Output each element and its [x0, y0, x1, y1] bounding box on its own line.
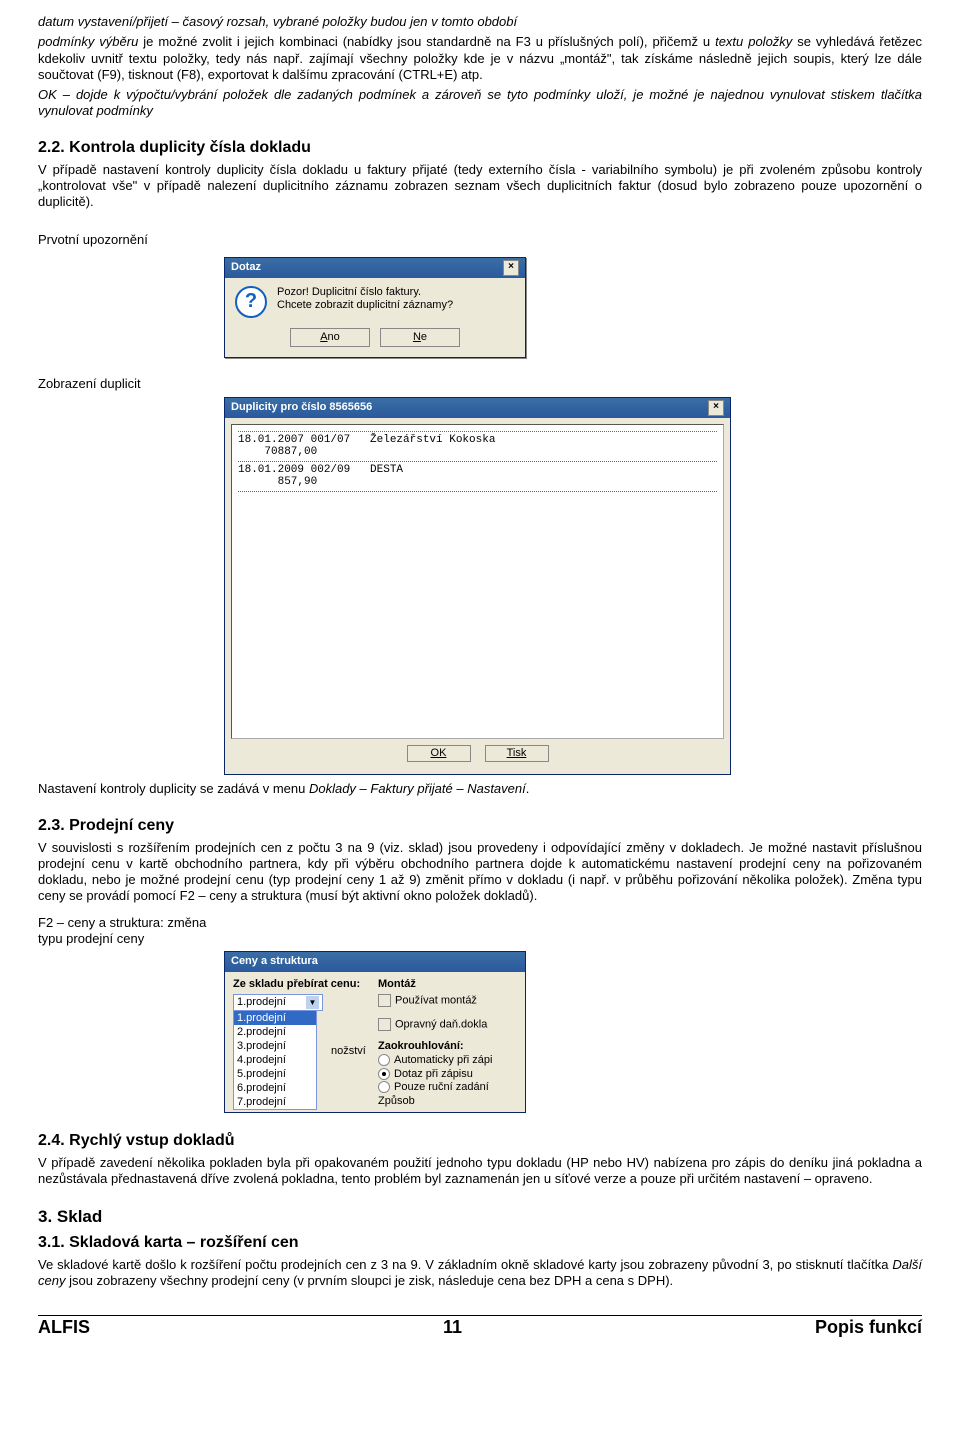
para-top-1: datum vystavení/přijetí – časový rozsah,…: [38, 14, 922, 30]
combo-value: 1.prodejní: [237, 995, 286, 1010]
label-sklad: Ze skladu přebírat cenu:: [233, 978, 368, 992]
checkbox-icon: [378, 994, 391, 1007]
para-top-3: OK – dojde k výpočtu/vybrání položek dle…: [38, 87, 922, 120]
txt: vynulovat podmínky: [38, 103, 153, 118]
combo-option[interactable]: 6.prodejní: [234, 1081, 316, 1095]
combo-option[interactable]: 4.prodejní: [234, 1053, 316, 1067]
list-item: 857,90: [238, 476, 717, 489]
para-3-1: Ve skladové kartě došlo k rozšíření počt…: [38, 1257, 922, 1290]
footer-center: 11: [443, 1316, 462, 1339]
txt: Doklady – Faktury přijaté – Nastavení: [309, 781, 526, 796]
radio-auto[interactable]: Automaticky při zápi: [378, 1054, 492, 1068]
radio-icon: [378, 1068, 390, 1080]
para-top-2: podmínky výběru je možné zvolit i jejich…: [38, 34, 922, 83]
label-zobrazeni: Zobrazení duplicit: [38, 376, 922, 392]
list-item: 18.01.2007 001/07 Železářství Kokoska: [238, 434, 717, 447]
dialog-titlebar: Ceny a struktura: [225, 952, 525, 972]
dialog-title: Dotaz: [231, 261, 261, 275]
footer-left: ALFIS: [38, 1316, 90, 1339]
label-mnozstvi: nožství: [331, 1045, 366, 1059]
txt: Chcete zobrazit duplicitní záznamy?: [277, 299, 453, 313]
dialog-duplicity: Duplicity pro číslo 8565656 × 18.01.2007…: [224, 397, 731, 776]
txt: textu položky: [715, 34, 792, 49]
radio-dotaz[interactable]: Dotaz při zápisu: [378, 1068, 492, 1082]
checkbox-montaz[interactable]: Používat montáž: [378, 994, 492, 1008]
separator: [238, 491, 717, 492]
col-right: Montáž Používat montáž Opravný daň.dokla…: [378, 978, 492, 1112]
heading-3-1: 3.1. Skladová karta – rozšíření cen: [38, 1233, 922, 1253]
close-icon[interactable]: ×: [503, 260, 519, 276]
dialog-ceny: Ceny a struktura Ze skladu přebírat cenu…: [224, 951, 526, 1113]
button-ok[interactable]: OK: [407, 745, 471, 763]
combo-list[interactable]: 1.prodejní 2.prodejní 3.prodejní 4.prode…: [233, 1010, 317, 1110]
label-prvotni: Prvotní upozornění: [38, 232, 224, 248]
heading-3: 3. Sklad: [38, 1206, 922, 1227]
button-ano[interactable]: Ano: [290, 328, 370, 348]
button-ne[interactable]: Ne: [380, 328, 460, 348]
txt: Dotaz při zápisu: [394, 1068, 473, 1080]
para-2-2: V případě nastavení kontroly duplicity č…: [38, 162, 922, 211]
combo-option[interactable]: 1.prodejní: [234, 1011, 316, 1025]
txt: Automaticky při zápi: [394, 1054, 492, 1066]
checkbox-opravny[interactable]: Opravný daň.dokla: [378, 1018, 492, 1032]
list-item: 18.01.2009 002/09 DESTA: [238, 464, 717, 477]
separator: [238, 431, 717, 432]
para-settings: Nastavení kontroly duplicity se zadává v…: [38, 781, 922, 797]
txt: Nastavení kontroly duplicity se zadává v…: [38, 781, 309, 796]
txt: .: [526, 781, 530, 796]
chevron-down-icon[interactable]: ▼: [306, 996, 319, 1009]
txt: Opravný daň.dokla: [395, 1018, 487, 1030]
heading-2-4: 2.4. Rychlý vstup dokladů: [38, 1131, 922, 1151]
question-icon: ?: [235, 286, 267, 318]
label-montaz: Montáž: [378, 978, 492, 992]
radio-rucni[interactable]: Pouze ruční zadání: [378, 1081, 492, 1095]
txt: Pozor! Duplicitní číslo faktury.: [277, 286, 453, 300]
txt: Používat montáž: [395, 994, 477, 1006]
label-zpusob: Způsob: [378, 1095, 492, 1109]
label-f2: F2 – ceny a struktura: změna typu prodej…: [38, 909, 224, 948]
txt: OK – dojde k výpočtu/vybrání položek dle…: [38, 87, 922, 102]
button-tisk[interactable]: Tisk: [485, 745, 549, 763]
txt: no: [328, 331, 340, 343]
dialog-titlebar: Dotaz ×: [225, 258, 525, 278]
list-item: 70887,00: [238, 446, 717, 459]
heading-2-3: 2.3. Prodejní ceny: [38, 816, 922, 836]
combo-option[interactable]: 7.prodejní: [234, 1095, 316, 1109]
dialog-dotaz: Dotaz × ? Pozor! Duplicitní číslo faktur…: [224, 257, 526, 359]
txt: podmínky výběru: [38, 34, 138, 49]
close-icon[interactable]: ×: [708, 400, 724, 416]
col-left: Ze skladu přebírat cenu: 1.prodejní ▼ 1.…: [233, 978, 368, 1112]
combo-prodejni[interactable]: 1.prodejní ▼: [233, 994, 323, 1011]
combo-option[interactable]: 3.prodejní: [234, 1039, 316, 1053]
dialog-message: Pozor! Duplicitní číslo faktury. Chcete …: [277, 286, 453, 318]
txt: Pouze ruční zadání: [394, 1081, 489, 1093]
duplicity-list[interactable]: 18.01.2007 001/07 Železářství Kokoska 70…: [231, 424, 724, 739]
txt: jsou zobrazeny všechny prodejní ceny (v …: [65, 1273, 673, 1288]
para-2-3: V souvislosti s rozšířením prodejních ce…: [38, 840, 922, 905]
checkbox-icon: [378, 1018, 391, 1031]
radio-icon: [378, 1054, 390, 1066]
dialog-title: Duplicity pro číslo 8565656: [231, 401, 372, 415]
combo-option[interactable]: 2.prodejní: [234, 1025, 316, 1039]
txt: e: [421, 331, 427, 343]
combo-option[interactable]: 5.prodejní: [234, 1067, 316, 1081]
footer-right: Popis funkcí: [815, 1316, 922, 1339]
label-zaokrouhlovani: Zaokrouhlování:: [378, 1040, 492, 1054]
radio-icon: [378, 1081, 390, 1093]
txt: je možné zvolit i jejich kombinaci (nabí…: [138, 34, 715, 49]
para-2-4: V případě zavedení několika pokladen byl…: [38, 1155, 922, 1188]
separator: [238, 461, 717, 462]
dialog-titlebar: Duplicity pro číslo 8565656 ×: [225, 398, 730, 418]
txt: Ve skladové kartě došlo k rozšíření počt…: [38, 1257, 892, 1272]
heading-2-2: 2.2. Kontrola duplicity čísla dokladu: [38, 138, 922, 158]
page-footer: ALFIS 11 Popis funkcí: [38, 1315, 922, 1339]
dialog-title: Ceny a struktura: [231, 955, 318, 969]
